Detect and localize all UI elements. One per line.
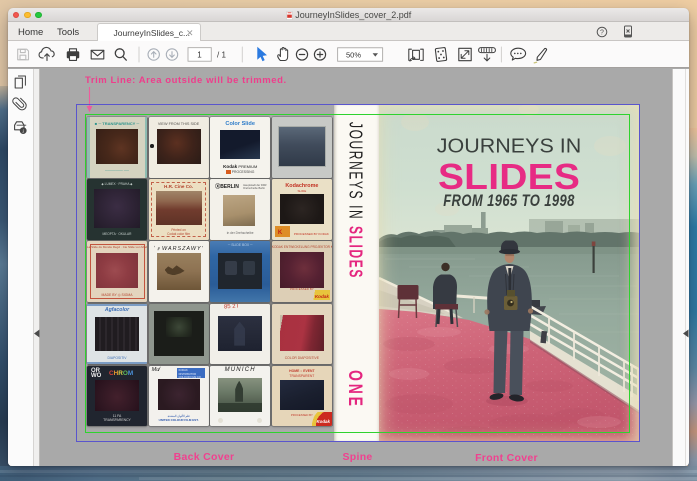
- svg-text:/ 1: / 1: [217, 51, 226, 60]
- svg-text:1: 1: [197, 51, 202, 60]
- svg-text:50%: 50%: [346, 50, 361, 59]
- svg-text:?: ?: [600, 29, 604, 36]
